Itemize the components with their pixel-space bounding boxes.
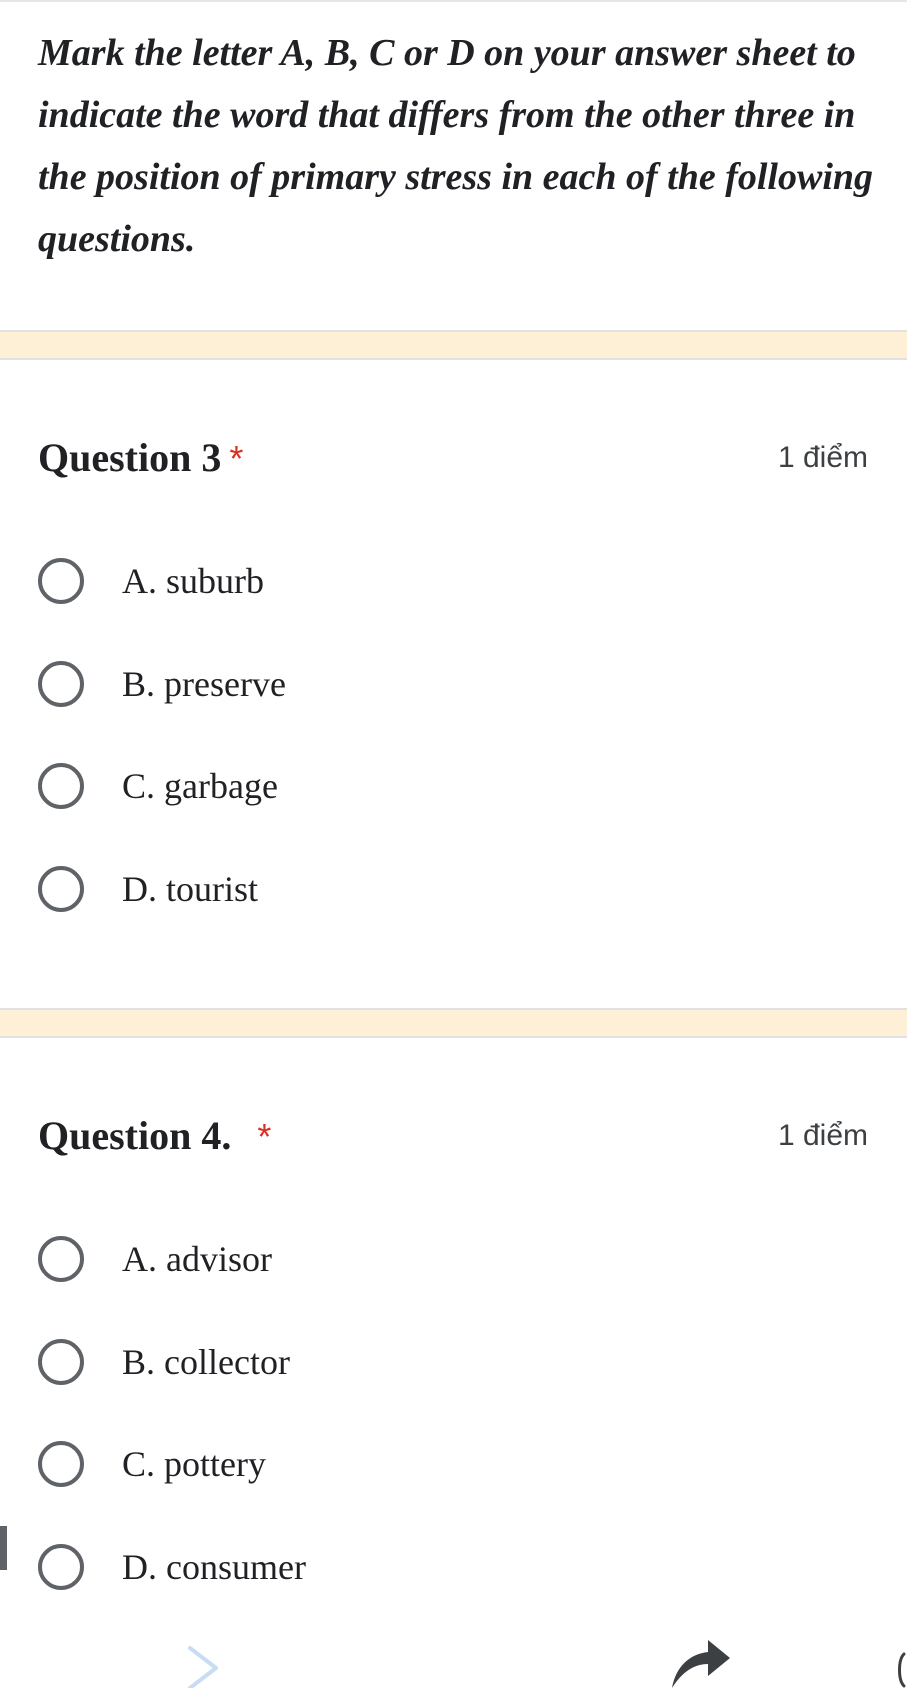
top-divider [0,0,907,2]
question-title: Question 4. * [38,1106,271,1167]
radio-button[interactable] [38,660,84,707]
option-label[interactable]: D. consumer [122,1542,306,1592]
partial-icon [898,1652,906,1688]
radio-option-b[interactable]: B. preserve [38,633,868,736]
radio-option-a[interactable]: A. advisor [38,1208,868,1311]
radio-button[interactable] [38,1338,84,1385]
question-header: Question 4. * 1 điểm [38,1106,868,1166]
radio-button[interactable] [38,1441,84,1488]
option-label[interactable]: C. garbage [122,761,278,811]
chevron-right-icon[interactable] [184,1644,224,1688]
radio-option-list: A. suburb B. preserve C. garbage D. tour… [38,530,868,940]
option-label[interactable]: C. pottery [122,1439,266,1489]
scroll-indicator [0,1526,7,1570]
question-separator [0,330,907,360]
radio-option-b[interactable]: B. collector [38,1311,868,1414]
question-points: 1 điểm [777,441,868,474]
radio-option-list: A. advisor B. collector C. pottery D. co… [38,1208,868,1618]
option-label[interactable]: A. suburb [122,556,264,606]
question-header: Question 3 * 1 điểm [38,428,868,488]
radio-option-c[interactable]: C. pottery [38,1413,868,1516]
radio-option-a[interactable]: A. suburb [38,530,868,633]
radio-button[interactable] [38,1236,84,1283]
question-separator [0,1008,907,1038]
section-instructions: Mark the letter A, B, C or D on your ans… [38,32,874,260]
radio-option-d[interactable]: D. tourist [38,838,868,941]
question-title-text: Question 4. [38,1113,232,1158]
option-label[interactable]: A. advisor [122,1234,272,1284]
option-label[interactable]: B. collector [122,1337,290,1387]
radio-button[interactable] [38,558,84,605]
question-points: 1 điểm [777,1119,868,1152]
option-label[interactable]: B. preserve [122,659,286,709]
option-label[interactable]: D. tourist [122,864,258,914]
radio-option-c[interactable]: C. garbage [38,735,868,838]
radio-button[interactable] [38,763,84,810]
required-asterisk: * [257,1116,272,1157]
required-asterisk: * [229,438,244,479]
radio-button[interactable] [38,1543,84,1590]
question-title: Question 3 * [38,428,243,489]
question-title-text: Question 3 [38,435,222,480]
radio-option-d[interactable]: D. consumer [38,1516,868,1619]
share-icon[interactable] [668,1636,732,1688]
radio-button[interactable] [38,865,84,912]
